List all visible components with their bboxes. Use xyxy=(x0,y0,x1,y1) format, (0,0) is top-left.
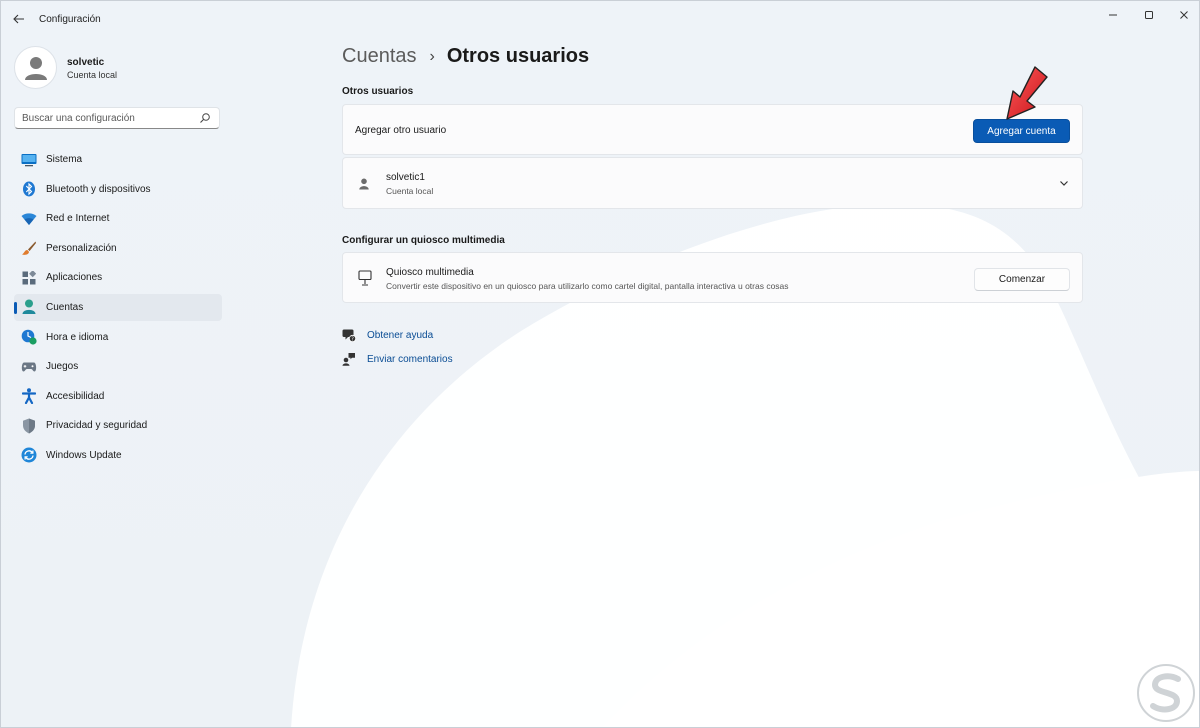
section-title-kiosk: Configurar un quiosco multimedia xyxy=(342,235,505,246)
wifi-icon xyxy=(21,211,37,227)
kiosk-title: Quiosco multimedia xyxy=(386,267,474,278)
start-kiosk-button[interactable]: Comenzar xyxy=(974,268,1070,291)
app-title: Configuración xyxy=(39,14,101,25)
sidebar-item-label: Privacidad y seguridad xyxy=(46,420,148,432)
feedback-icon xyxy=(342,353,355,366)
update-icon xyxy=(21,447,37,463)
breadcrumb-separator: › xyxy=(429,47,435,65)
sidebar-item-label: Sistema xyxy=(46,154,83,165)
add-other-user-label: Agregar otro usuario xyxy=(355,125,447,136)
sidebar-item-label: Accesibilidad xyxy=(46,390,105,402)
user-account-type: Cuenta local xyxy=(386,186,434,196)
kiosk-description: Convertir este dispositivo en un quiosco… xyxy=(386,281,789,291)
sidebar-item-accesibilidad[interactable]: Accesibilidad xyxy=(14,383,222,410)
kiosk-card: Quiosco multimedia Convertir este dispos… xyxy=(342,252,1083,303)
sidebar-nav: Sistema Bluetooth y dispositivos Red e I… xyxy=(14,146,222,472)
clock-globe-icon xyxy=(21,329,37,345)
section-title-other-users: Otros usuarios xyxy=(342,86,414,97)
brush-icon xyxy=(21,240,37,256)
breadcrumb-parent[interactable]: Cuentas xyxy=(342,45,417,68)
title-bar: Configuración xyxy=(1,1,1199,37)
monitor-icon xyxy=(21,152,37,168)
sidebar-item-bluetooth[interactable]: Bluetooth y dispositivos xyxy=(14,176,222,203)
sidebar-item-label: Cuentas xyxy=(46,301,84,313)
sidebar-item-label: Bluetooth y dispositivos xyxy=(46,183,151,195)
annotation-arrow-icon xyxy=(1006,66,1048,120)
sidebar-item-personalizacion[interactable]: Personalización xyxy=(14,235,222,262)
user-avatar-icon xyxy=(24,56,47,80)
settings-window: Configuración solvetic Cuenta local Busc… xyxy=(0,0,1200,728)
sidebar-item-label: Windows Update xyxy=(46,449,122,461)
breadcrumb: Cuentas › Otros usuarios xyxy=(342,45,589,68)
apps-icon xyxy=(21,270,37,286)
sidebar-item-red[interactable]: Red e Internet xyxy=(14,205,222,232)
accessibility-icon xyxy=(21,388,37,405)
search-input[interactable] xyxy=(22,112,192,124)
get-help-label: Obtener ayuda xyxy=(367,329,434,341)
help-icon: ? xyxy=(342,329,356,342)
sidebar-item-label: Red e Internet xyxy=(46,213,110,225)
sidebar-item-hora[interactable]: Hora e idioma xyxy=(14,324,222,351)
kiosk-icon xyxy=(358,270,372,286)
search-icon xyxy=(200,113,210,123)
sidebar-item-privacidad[interactable]: Privacidad y seguridad xyxy=(14,412,222,439)
shield-icon xyxy=(21,418,37,434)
minimize-button[interactable] xyxy=(1093,5,1133,25)
sidebar-item-cuentas[interactable]: Cuentas xyxy=(14,293,222,321)
close-icon xyxy=(1180,11,1188,19)
sidebar-item-label: Hora e idioma xyxy=(46,331,109,343)
back-arrow-icon xyxy=(13,14,24,24)
chevron-down-icon[interactable] xyxy=(1058,177,1070,189)
maximize-icon xyxy=(1145,11,1153,19)
user-card-solvetic1[interactable]: solvetic1 Cuenta local xyxy=(342,157,1083,209)
watermark-logo-icon xyxy=(1137,664,1195,722)
send-feedback-label: Enviar comentarios xyxy=(367,353,453,365)
sidebar-item-label: Aplicaciones xyxy=(46,272,103,284)
sidebar-item-label: Personalización xyxy=(46,242,117,254)
send-feedback-link[interactable]: Enviar comentarios xyxy=(342,352,453,366)
avatar[interactable] xyxy=(14,46,57,89)
svg-text:?: ? xyxy=(351,336,354,342)
page-title: Otros usuarios xyxy=(446,45,590,67)
search-box[interactable] xyxy=(14,107,220,129)
sidebar-item-aplicaciones[interactable]: Aplicaciones xyxy=(14,264,222,291)
user-icon xyxy=(359,178,369,190)
add-user-card: Agregar otro usuario Agregar cuenta xyxy=(342,104,1083,155)
close-button[interactable] xyxy=(1164,5,1199,25)
profile-account-type: Cuenta local xyxy=(67,70,118,80)
user-name: solvetic1 xyxy=(386,172,425,183)
get-help-link[interactable]: ? Obtener ayuda xyxy=(342,328,433,342)
sidebar-item-sistema[interactable]: Sistema xyxy=(14,146,222,173)
gamepad-icon xyxy=(21,359,37,375)
sidebar-item-juegos[interactable]: Juegos xyxy=(14,353,222,380)
minimize-icon xyxy=(1109,14,1117,16)
person-icon xyxy=(21,299,37,315)
maximize-button[interactable] xyxy=(1129,5,1169,25)
sidebar-item-label: Juegos xyxy=(46,361,79,373)
bluetooth-icon xyxy=(21,181,37,197)
profile-name: solvetic xyxy=(67,57,105,68)
back-button[interactable] xyxy=(9,10,29,28)
sidebar-item-windows-update[interactable]: Windows Update xyxy=(14,442,222,469)
